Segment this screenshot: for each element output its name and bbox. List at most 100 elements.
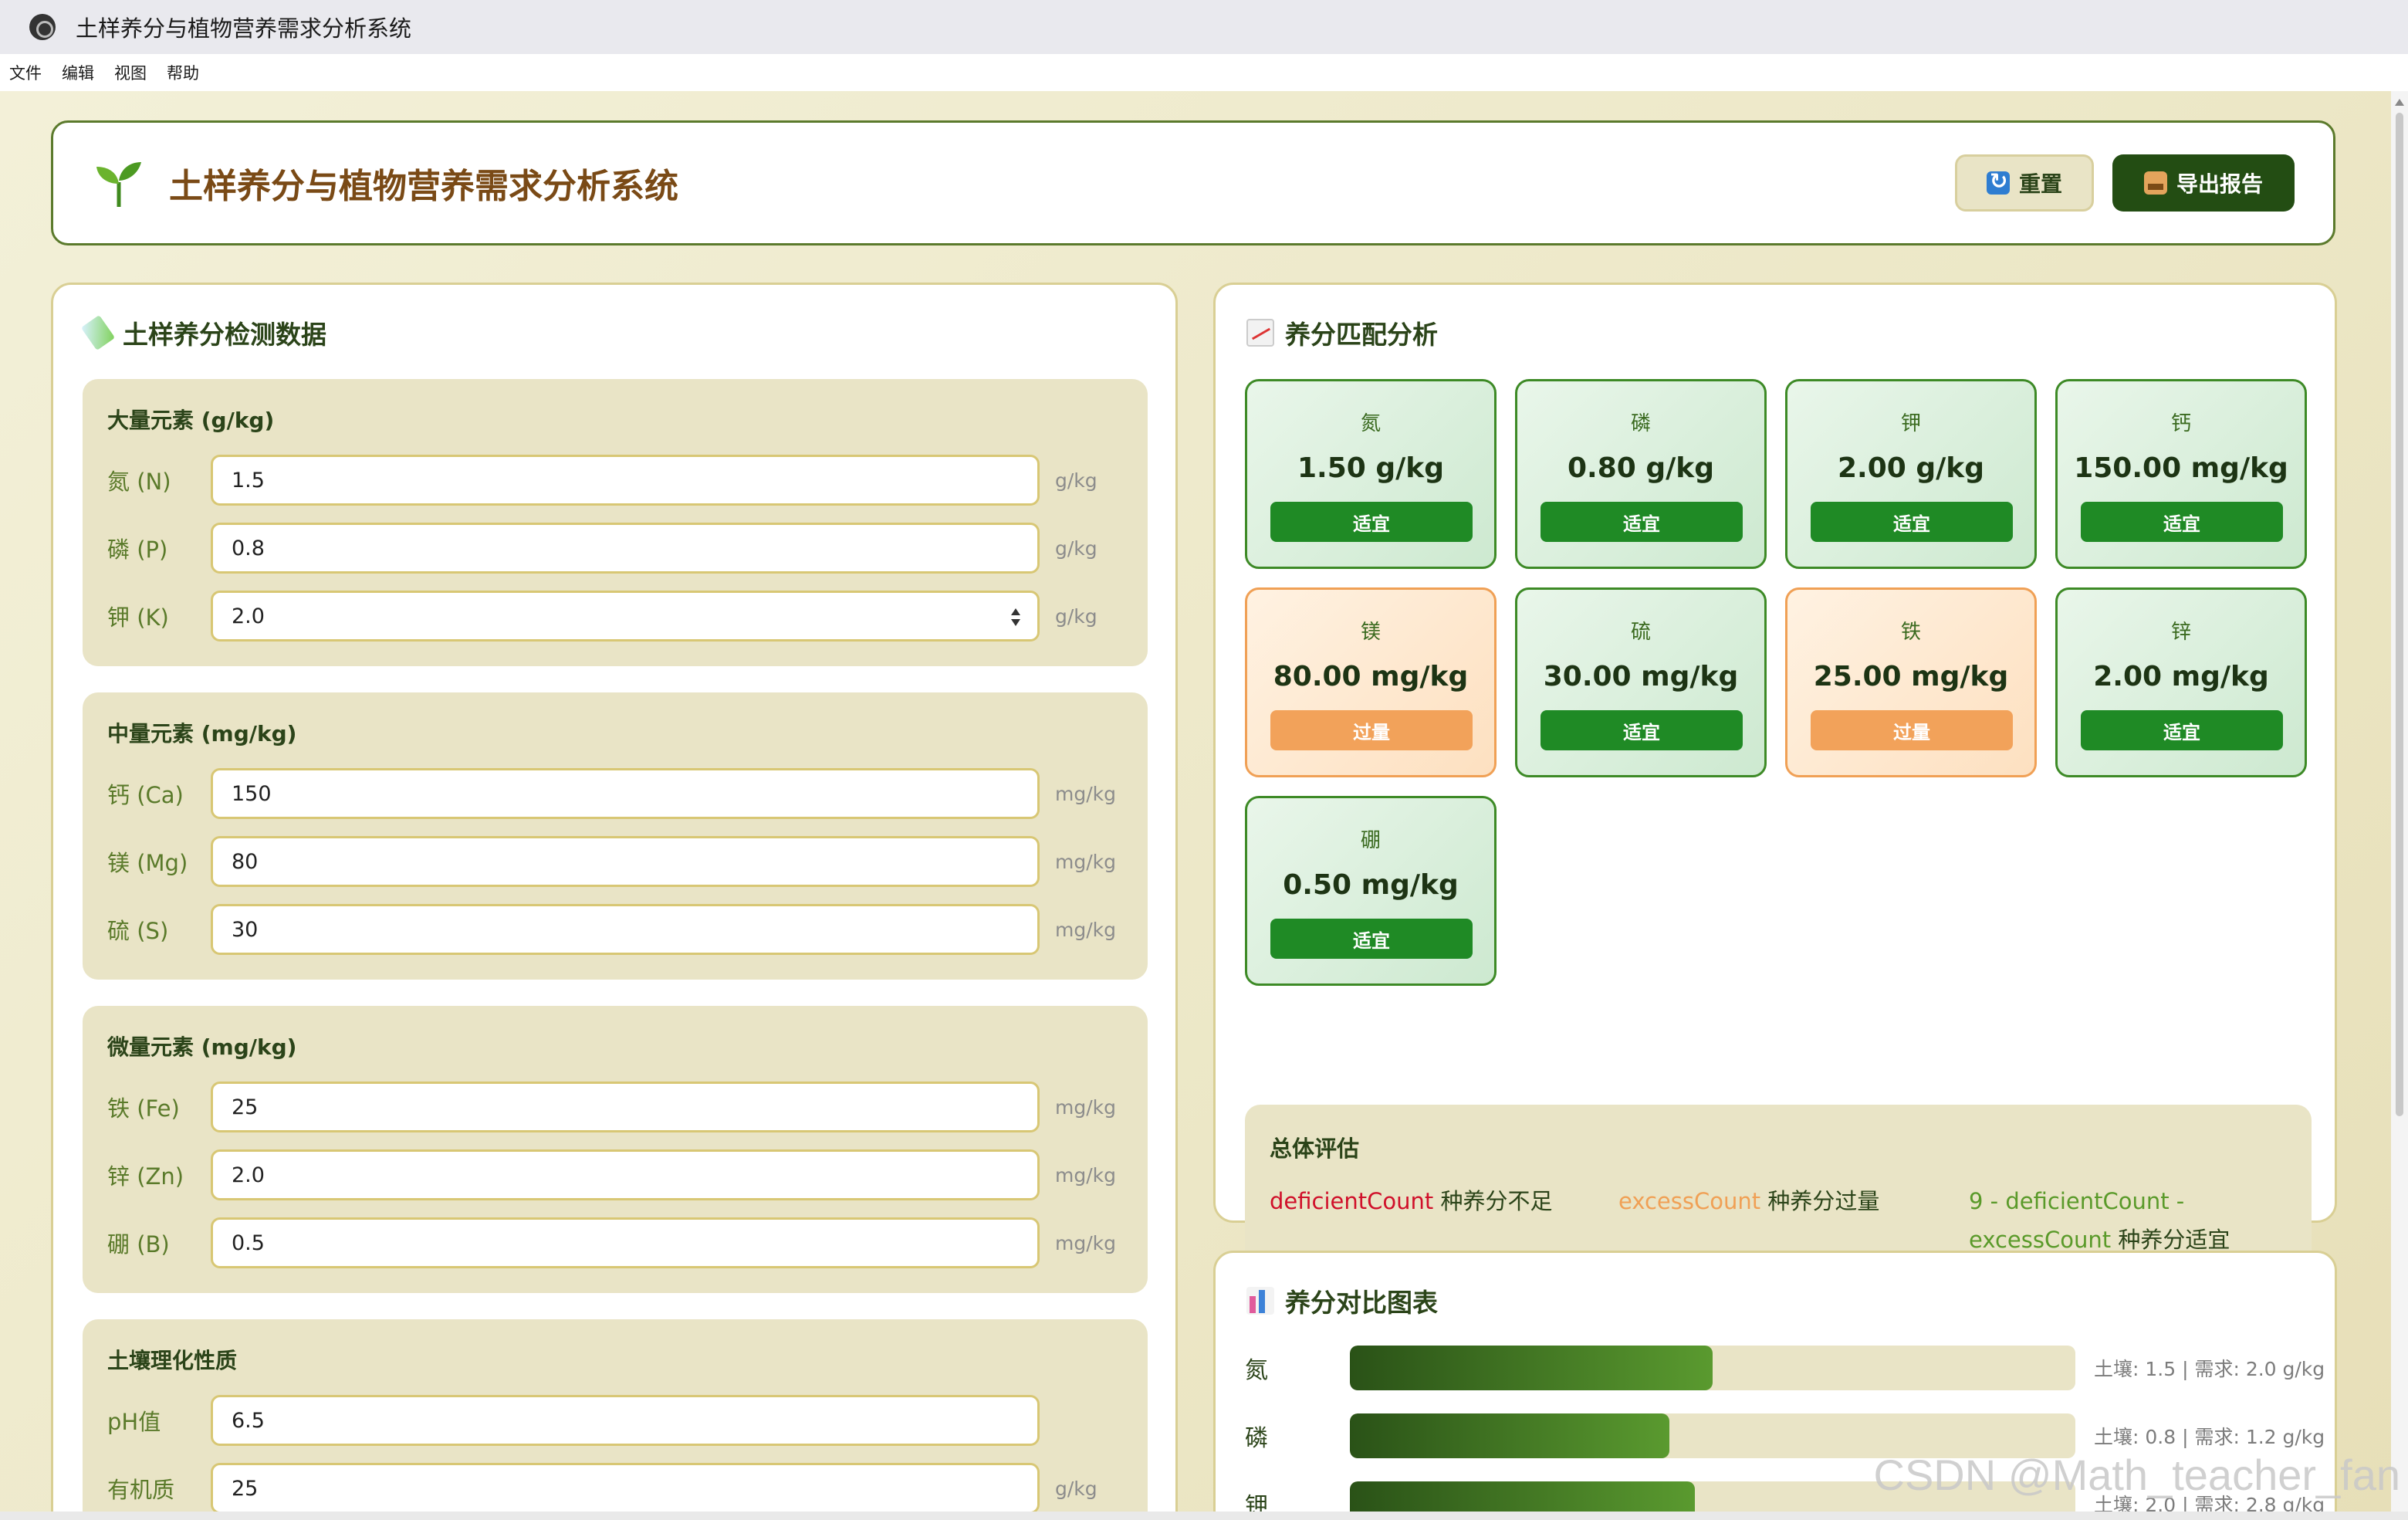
field-unit: mg/kg [1055,1231,1116,1254]
seedling-icon [96,162,141,207]
excess-count: excessCount [1618,1188,1761,1214]
soil-panel-title: 土样养分检测数据 [123,320,326,350]
field-label: 钾 (K) [107,604,169,631]
field-label: 有机质 [107,1477,175,1503]
scroll-up-arrow-icon[interactable] [2395,99,2404,106]
group-title: 微量元素 (mg/kg) [107,1034,297,1060]
ph-input[interactable]: 6.5 [211,1395,1040,1446]
chart-data-label: 土壤: 1.5 | 需求: 2.0 g/kg [2094,1358,2325,1380]
card-name: 镁 [1360,621,1381,644]
soil-data-panel: 土样养分检测数据 大量元素 (g/kg) 氮 (N) 1.5 g/kg 磷 (P… [51,283,1178,1512]
card-value: 2.00 mg/kg [2093,661,2269,692]
boron-input[interactable]: 0.5 [211,1217,1040,1268]
number-spinner-icon[interactable] [1010,608,1020,628]
field-label: 氮 (N) [107,469,171,495]
iron-input[interactable]: 25 [211,1082,1040,1132]
status-badge: 适宜 [1541,710,1743,750]
field-row-zn: 锌 (Zn) 2.0 mg/kg [107,1149,1116,1200]
magnesium-input[interactable]: 80 [211,836,1040,887]
status-badge: 适宜 [1270,919,1473,959]
menu-view[interactable]: 视图 [114,61,147,84]
analysis-panel-heading: 养分匹配分析 [1246,314,1438,351]
app-header: 土样养分与植物营养需求分析系统 重置 导出报告 [51,120,2335,245]
zinc-input[interactable]: 2.0 [211,1149,1040,1200]
analysis-panel-title: 养分匹配分析 [1285,320,1438,350]
organic-matter-input[interactable]: 25 [211,1463,1040,1512]
nitrogen-input[interactable]: 1.5 [211,455,1040,506]
field-label: 磷 (P) [107,537,168,563]
nutrient-card-mg: 镁 80.00 mg/kg 过量 [1245,587,1497,777]
field-unit: mg/kg [1055,850,1116,873]
export-report-button[interactable]: 导出报告 [2112,154,2295,212]
watermark: CSDN @Math_teacher_fan [1873,1451,2401,1499]
reset-button[interactable]: 重置 [1955,154,2094,212]
field-unit: g/kg [1055,604,1097,628]
menu-file[interactable]: 文件 [9,61,42,84]
card-name: 硼 [1360,829,1381,852]
trend-chart-icon [1246,319,1274,347]
field-row-organic: 有机质 25 g/kg [107,1463,1097,1512]
field-unit: g/kg [1055,537,1097,560]
excess-text: 种养分过量 [1760,1188,1880,1214]
card-name: 氮 [1360,412,1381,435]
group-title: 土壤理化性质 [107,1348,238,1373]
window-titlebar: 土样养分与植物营养需求分析系统 [0,0,2408,54]
field-row-fe: 铁 (Fe) 25 mg/kg [107,1082,1116,1132]
nutrient-card-fe: 铁 25.00 mg/kg 过量 [1785,587,2037,777]
status-badge: 适宜 [1270,502,1473,542]
status-badge: 过量 [1811,710,2013,750]
field-label: 锌 (Zn) [107,1163,184,1190]
nutrient-card-zn: 锌 2.00 mg/kg 适宜 [2055,587,2307,777]
chart-bar-row: 氮 土壤: 1.5 | 需求: 2.0 g/kg [1245,1346,2325,1390]
export-button-label: 导出报告 [2176,171,2263,197]
micro-elements-group: 微量元素 (mg/kg) 铁 (Fe) 25 mg/kg 锌 (Zn) 2.0 … [83,1006,1148,1293]
bar-chart-icon [1246,1287,1274,1315]
chart-bar-fill [1350,1481,1695,1512]
field-label: 硼 (B) [107,1231,170,1258]
status-badge: 适宜 [1541,502,1743,542]
suitable-text: 种养分适宜 [2111,1227,2230,1253]
field-unit: g/kg [1055,469,1097,492]
nutrient-card-b: 硼 0.50 mg/kg 适宜 [1245,796,1497,986]
scrollbar-thumb[interactable] [2396,113,2403,1116]
field-unit: mg/kg [1055,1095,1116,1119]
potassium-input[interactable]: 2.0 [211,591,1040,642]
chart-data-label: 土壤: 0.8 | 需求: 1.2 g/kg [2094,1426,2325,1448]
field-row-k: 钾 (K) 2.0 g/kg [107,591,1097,642]
horizontal-scrollbar[interactable] [0,1512,2408,1520]
field-row-s: 硫 (S) 30 mg/kg [107,904,1116,955]
field-row-ca: 钙 (Ca) 150 mg/kg [107,768,1116,819]
calcium-input[interactable]: 150 [211,768,1040,819]
nutrient-card-ca: 钙 150.00 mg/kg 适宜 [2055,379,2307,569]
vertical-scrollbar[interactable] [2391,91,2408,1512]
soil-properties-group: 土壤理化性质 pH值 6.5 有机质 25 g/kg [83,1319,1148,1512]
menu-edit[interactable]: 编辑 [62,61,94,84]
card-value: 30.00 mg/kg [1543,661,1739,692]
app-content: 土样养分与植物营养需求分析系统 重置 导出报告 土样养分检测数据 大量元素 (g… [0,91,2408,1512]
menu-help[interactable]: 帮助 [167,61,199,84]
window-title: 土样养分与植物营养需求分析系统 [76,15,412,42]
sulfur-input[interactable]: 30 [211,904,1040,955]
chart-bar-fill [1350,1413,1669,1458]
deficient-text: 种养分不足 [1433,1188,1553,1214]
field-row-mg: 镁 (Mg) 80 mg/kg [107,836,1116,887]
card-name: 磷 [1630,412,1651,435]
card-value: 2.00 g/kg [1838,452,1984,484]
nutrient-card-p: 磷 0.80 g/kg 适宜 [1515,379,1767,569]
chart-panel-title: 养分对比图表 [1285,1288,1438,1318]
deficient-count: deficientCount [1270,1188,1434,1214]
suitable-count: 9 - deficientCount - [1969,1188,2185,1214]
macro-elements-group: 大量元素 (g/kg) 氮 (N) 1.5 g/kg 磷 (P) 0.8 g/k… [83,379,1148,666]
field-label: 镁 (Mg) [107,850,188,876]
card-name: 钾 [1900,412,1921,435]
field-row-ph: pH值 6.5 [107,1395,1055,1446]
chart-panel-heading: 养分对比图表 [1246,1282,1438,1319]
test-tube-icon [80,314,116,351]
chart-category-label: 氮 [1245,1357,1268,1384]
field-unit: mg/kg [1055,918,1116,941]
status-badge: 适宜 [2081,502,2283,542]
field-label: 硫 (S) [107,918,169,944]
phosphorus-input[interactable]: 0.8 [211,523,1040,574]
suitable-count-cont: excessCount [1969,1227,2112,1253]
nutrient-card-s: 硫 30.00 mg/kg 适宜 [1515,587,1767,777]
